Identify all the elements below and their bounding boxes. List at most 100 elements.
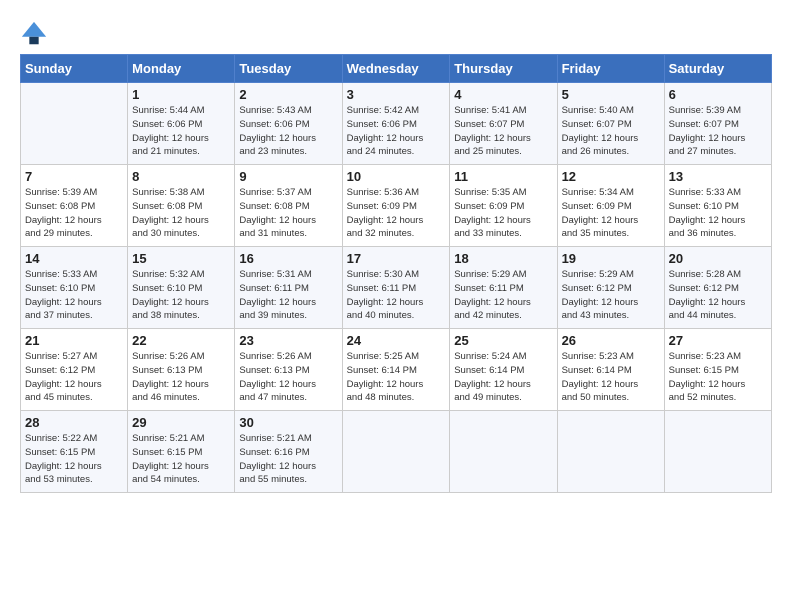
weekday-header-row: SundayMondayTuesdayWednesdayThursdayFrid… — [21, 55, 772, 83]
day-info: Sunrise: 5:39 AM Sunset: 6:08 PM Dayligh… — [25, 186, 123, 241]
day-info: Sunrise: 5:27 AM Sunset: 6:12 PM Dayligh… — [25, 350, 123, 405]
calendar-cell: 23 Sunrise: 5:26 AM Sunset: 6:13 PM Dayli… — [235, 329, 342, 411]
day-info: Sunrise: 5:33 AM Sunset: 6:10 PM Dayligh… — [25, 268, 123, 323]
logo — [20, 20, 50, 48]
calendar-week-row: 1Sunrise: 5:44 AM Sunset: 6:06 PM Daylig… — [21, 83, 772, 165]
logo-icon — [20, 20, 48, 48]
day-info: Sunrise: 5:23 AM Sunset: 6:14 PM Dayligh… — [562, 350, 660, 405]
day-info: Sunrise: 5:21 AM Sunset: 6:16 PM Dayligh… — [239, 432, 337, 487]
calendar-cell: 3 Sunrise: 5:42 AM Sunset: 6:06 PM Daylig… — [342, 83, 450, 165]
calendar-cell: 17 Sunrise: 5:30 AM Sunset: 6:11 PM Dayli… — [342, 247, 450, 329]
calendar-cell — [21, 83, 128, 165]
day-info: Sunrise: 5:41 AM Sunset: 6:07 PM Dayligh… — [454, 104, 552, 159]
calendar-week-row: 28 Sunrise: 5:22 AM Sunset: 6:15 PM Dayli… — [21, 411, 772, 493]
day-info: Sunrise: 5:40 AM Sunset: 6:07 PM Dayligh… — [562, 104, 660, 159]
calendar-table: SundayMondayTuesdayWednesdayThursdayFrid… — [20, 54, 772, 493]
day-number: 22 — [132, 333, 230, 348]
weekday-header: Monday — [128, 55, 235, 83]
calendar-cell: 26 Sunrise: 5:23 AM Sunset: 6:14 PM Dayli… — [557, 329, 664, 411]
day-info: Sunrise: 5:30 AM Sunset: 6:11 PM Dayligh… — [347, 268, 446, 323]
day-number: 23 — [239, 333, 337, 348]
day-number: 19 — [562, 251, 660, 266]
calendar-cell: 18 Sunrise: 5:29 AM Sunset: 6:11 PM Dayli… — [450, 247, 557, 329]
calendar-cell: 15Sunrise: 5:32 AM Sunset: 6:10 PM Dayli… — [128, 247, 235, 329]
day-number: 3 — [347, 87, 446, 102]
day-number: 14 — [25, 251, 123, 266]
calendar-cell: 2 Sunrise: 5:43 AM Sunset: 6:06 PM Daylig… — [235, 83, 342, 165]
day-info: Sunrise: 5:38 AM Sunset: 6:08 PM Dayligh… — [132, 186, 230, 241]
day-number: 7 — [25, 169, 123, 184]
day-number: 27 — [669, 333, 767, 348]
day-info: Sunrise: 5:31 AM Sunset: 6:11 PM Dayligh… — [239, 268, 337, 323]
page-header — [20, 20, 772, 48]
day-number: 11 — [454, 169, 552, 184]
day-number: 30 — [239, 415, 337, 430]
calendar-cell — [557, 411, 664, 493]
day-number: 21 — [25, 333, 123, 348]
day-number: 26 — [562, 333, 660, 348]
day-info: Sunrise: 5:43 AM Sunset: 6:06 PM Dayligh… — [239, 104, 337, 159]
calendar-cell: 22 Sunrise: 5:26 AM Sunset: 6:13 PM Dayli… — [128, 329, 235, 411]
day-info: Sunrise: 5:23 AM Sunset: 6:15 PM Dayligh… — [669, 350, 767, 405]
day-info: Sunrise: 5:36 AM Sunset: 6:09 PM Dayligh… — [347, 186, 446, 241]
day-info: Sunrise: 5:29 AM Sunset: 6:12 PM Dayligh… — [562, 268, 660, 323]
calendar-cell: 25 Sunrise: 5:24 AM Sunset: 6:14 PM Dayli… — [450, 329, 557, 411]
calendar-cell: 4 Sunrise: 5:41 AM Sunset: 6:07 PM Daylig… — [450, 83, 557, 165]
day-number: 9 — [239, 169, 337, 184]
day-info: Sunrise: 5:22 AM Sunset: 6:15 PM Dayligh… — [25, 432, 123, 487]
day-number: 13 — [669, 169, 767, 184]
calendar-cell: 21 Sunrise: 5:27 AM Sunset: 6:12 PM Dayli… — [21, 329, 128, 411]
weekday-header: Tuesday — [235, 55, 342, 83]
day-number: 15 — [132, 251, 230, 266]
calendar-cell: 28 Sunrise: 5:22 AM Sunset: 6:15 PM Dayli… — [21, 411, 128, 493]
calendar-cell — [342, 411, 450, 493]
day-number: 25 — [454, 333, 552, 348]
day-number: 2 — [239, 87, 337, 102]
calendar-cell: 7 Sunrise: 5:39 AM Sunset: 6:08 PM Daylig… — [21, 165, 128, 247]
day-info: Sunrise: 5:28 AM Sunset: 6:12 PM Dayligh… — [669, 268, 767, 323]
day-number: 16 — [239, 251, 337, 266]
day-number: 24 — [347, 333, 446, 348]
calendar-cell — [664, 411, 771, 493]
day-number: 28 — [25, 415, 123, 430]
calendar-cell: 1Sunrise: 5:44 AM Sunset: 6:06 PM Daylig… — [128, 83, 235, 165]
day-number: 17 — [347, 251, 446, 266]
calendar-week-row: 7 Sunrise: 5:39 AM Sunset: 6:08 PM Daylig… — [21, 165, 772, 247]
day-number: 29 — [132, 415, 230, 430]
calendar-cell: 14 Sunrise: 5:33 AM Sunset: 6:10 PM Dayli… — [21, 247, 128, 329]
calendar-cell: 27 Sunrise: 5:23 AM Sunset: 6:15 PM Dayli… — [664, 329, 771, 411]
weekday-header: Thursday — [450, 55, 557, 83]
day-number: 1 — [132, 87, 230, 102]
day-info: Sunrise: 5:39 AM Sunset: 6:07 PM Dayligh… — [669, 104, 767, 159]
day-info: Sunrise: 5:25 AM Sunset: 6:14 PM Dayligh… — [347, 350, 446, 405]
day-info: Sunrise: 5:26 AM Sunset: 6:13 PM Dayligh… — [132, 350, 230, 405]
day-number: 6 — [669, 87, 767, 102]
calendar-cell: 5Sunrise: 5:40 AM Sunset: 6:07 PM Daylig… — [557, 83, 664, 165]
calendar-cell: 19 Sunrise: 5:29 AM Sunset: 6:12 PM Dayli… — [557, 247, 664, 329]
day-number: 12 — [562, 169, 660, 184]
calendar-cell: 9 Sunrise: 5:37 AM Sunset: 6:08 PM Daylig… — [235, 165, 342, 247]
calendar-cell: 16 Sunrise: 5:31 AM Sunset: 6:11 PM Dayli… — [235, 247, 342, 329]
day-info: Sunrise: 5:37 AM Sunset: 6:08 PM Dayligh… — [239, 186, 337, 241]
calendar-cell: 11Sunrise: 5:35 AM Sunset: 6:09 PM Dayli… — [450, 165, 557, 247]
day-number: 20 — [669, 251, 767, 266]
day-info: Sunrise: 5:26 AM Sunset: 6:13 PM Dayligh… — [239, 350, 337, 405]
day-info: Sunrise: 5:24 AM Sunset: 6:14 PM Dayligh… — [454, 350, 552, 405]
day-info: Sunrise: 5:42 AM Sunset: 6:06 PM Dayligh… — [347, 104, 446, 159]
weekday-header: Friday — [557, 55, 664, 83]
day-info: Sunrise: 5:29 AM Sunset: 6:11 PM Dayligh… — [454, 268, 552, 323]
calendar-cell: 8 Sunrise: 5:38 AM Sunset: 6:08 PM Daylig… — [128, 165, 235, 247]
day-number: 18 — [454, 251, 552, 266]
weekday-header: Sunday — [21, 55, 128, 83]
calendar-cell: 12 Sunrise: 5:34 AM Sunset: 6:09 PM Dayli… — [557, 165, 664, 247]
day-number: 4 — [454, 87, 552, 102]
calendar-cell: 10 Sunrise: 5:36 AM Sunset: 6:09 PM Dayli… — [342, 165, 450, 247]
day-number: 8 — [132, 169, 230, 184]
day-info: Sunrise: 5:21 AM Sunset: 6:15 PM Dayligh… — [132, 432, 230, 487]
calendar-cell — [450, 411, 557, 493]
calendar-week-row: 21 Sunrise: 5:27 AM Sunset: 6:12 PM Dayli… — [21, 329, 772, 411]
day-info: Sunrise: 5:33 AM Sunset: 6:10 PM Dayligh… — [669, 186, 767, 241]
day-info: Sunrise: 5:34 AM Sunset: 6:09 PM Dayligh… — [562, 186, 660, 241]
calendar-week-row: 14 Sunrise: 5:33 AM Sunset: 6:10 PM Dayli… — [21, 247, 772, 329]
day-number: 10 — [347, 169, 446, 184]
